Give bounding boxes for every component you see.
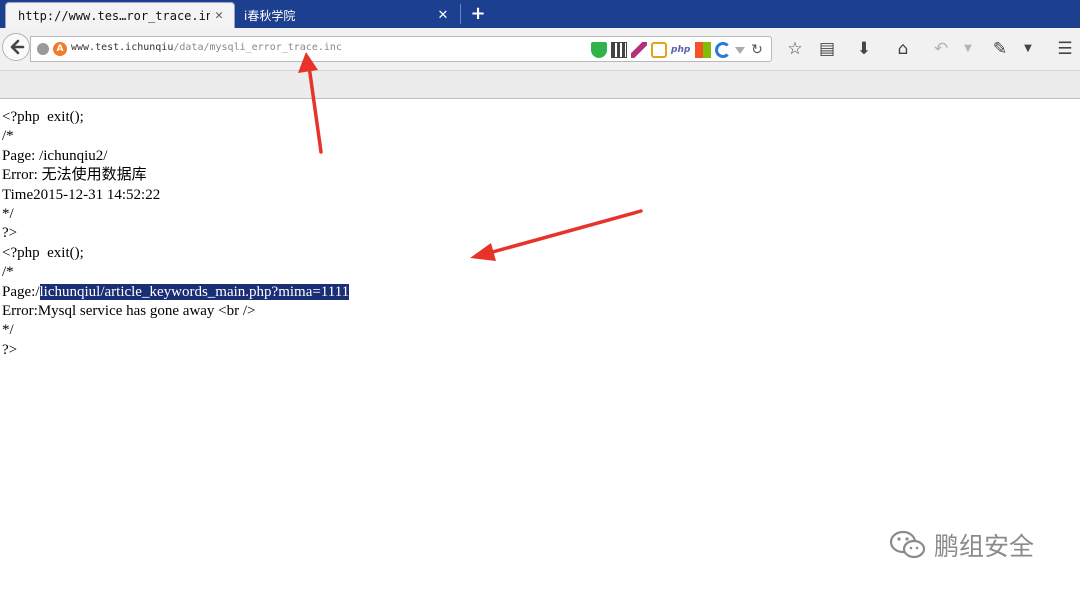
urlbar-addon-icons: php ↻ — [591, 41, 765, 59]
tools-icon[interactable]: ✎ — [988, 37, 1012, 61]
download-arrow-icon[interactable]: ⬇ — [852, 37, 876, 61]
back-button[interactable] — [2, 33, 30, 61]
text-line: /* — [2, 264, 14, 281]
text-line: Error:Mysql service has gone away <br /> — [2, 302, 256, 319]
wechat-logo-icon — [889, 530, 926, 559]
text-line: */ — [2, 322, 14, 339]
text-line: Time2015-12-31 14:52:22 — [2, 186, 161, 203]
text-line: Page: /ichunqiu2/ — [2, 147, 108, 164]
addon-a-icon[interactable]: A — [53, 42, 67, 56]
address-bar[interactable]: A www.test.ichunqiu/data/mysqli_error_tr… — [30, 36, 772, 62]
tab-strip: http://www.tes…ror_trace.inc ✕ i春秋学院 ✕ + — [0, 0, 1080, 28]
bookmarks-toolbar — [0, 71, 1080, 99]
qr-code-icon[interactable] — [611, 42, 627, 58]
tab-separator — [460, 4, 461, 24]
navigation-toolbar: A www.test.ichunqiu/data/mysqli_error_tr… — [0, 28, 1080, 71]
watermark: 鹏组安全 — [888, 527, 1034, 563]
wave-icon[interactable] — [715, 42, 731, 58]
page-path-line: Page:/lichunqiul/article_keywords_main.p… — [2, 283, 350, 302]
url-text[interactable]: www.test.ichunqiu/data/mysqli_error_trac… — [71, 42, 342, 53]
new-tab-button[interactable]: + — [466, 2, 490, 26]
back-arrow-icon — [10, 39, 25, 55]
page-source-text: <?php exit(); /* Page: /ichunqiu2/ Error… — [2, 108, 350, 360]
selected-path-text[interactable]: lichunqiul/article_keywords_main.php?mim… — [39, 283, 350, 300]
text-line: /* — [2, 128, 14, 145]
text-line: <?php exit(); — [2, 109, 84, 125]
php-icon[interactable]: php — [671, 42, 691, 58]
tab-title: i春秋学院 — [244, 8, 296, 23]
close-tab-icon[interactable]: ✕ — [210, 8, 228, 23]
dropdown-triangle-icon[interactable] — [735, 46, 745, 54]
text-line: ?> — [2, 341, 18, 358]
red-arrow-to-path — [470, 209, 643, 261]
text-line: ?> — [2, 225, 18, 242]
undo-icon[interactable]: ↶ — [929, 37, 953, 61]
text-line: Error: 无法使用数据库 — [2, 167, 147, 184]
watermark-text: 鹏组安全 — [934, 532, 1035, 561]
text-line: */ — [2, 205, 14, 222]
bookmark-star-icon[interactable]: ☆ — [783, 37, 807, 61]
url-path: /data/mysqli_error_trace.inc — [173, 42, 342, 53]
reload-icon[interactable]: ↻ — [749, 42, 765, 58]
home-icon[interactable]: ⌂ — [891, 37, 915, 61]
undo-dropdown-icon[interactable]: ▼ — [956, 37, 980, 61]
tools-dropdown-icon[interactable]: ▼ — [1016, 37, 1040, 61]
page-path-prefix: Page:/ — [2, 283, 40, 300]
feather-icon[interactable] — [631, 42, 647, 58]
reading-list-icon[interactable]: ▤ — [815, 37, 839, 61]
hackbar-icon[interactable] — [651, 42, 667, 58]
windows-logo-icon[interactable] — [695, 42, 711, 58]
close-tab-icon[interactable]: ✕ — [434, 8, 452, 23]
hamburger-menu-icon[interactable]: ☰ — [1053, 37, 1077, 61]
tab-ichunqiu-academy[interactable]: i春秋学院 ✕ — [236, 2, 458, 28]
text-line: <?php exit(); — [2, 244, 84, 261]
url-host: www.test.ichunqiu — [71, 42, 174, 53]
shield-icon[interactable] — [591, 42, 607, 58]
site-identity-icon[interactable] — [37, 43, 49, 55]
tab-title: http://www.tes…ror_trace.inc — [18, 8, 210, 23]
tab-error-trace[interactable]: http://www.tes…ror_trace.inc ✕ — [5, 2, 235, 28]
